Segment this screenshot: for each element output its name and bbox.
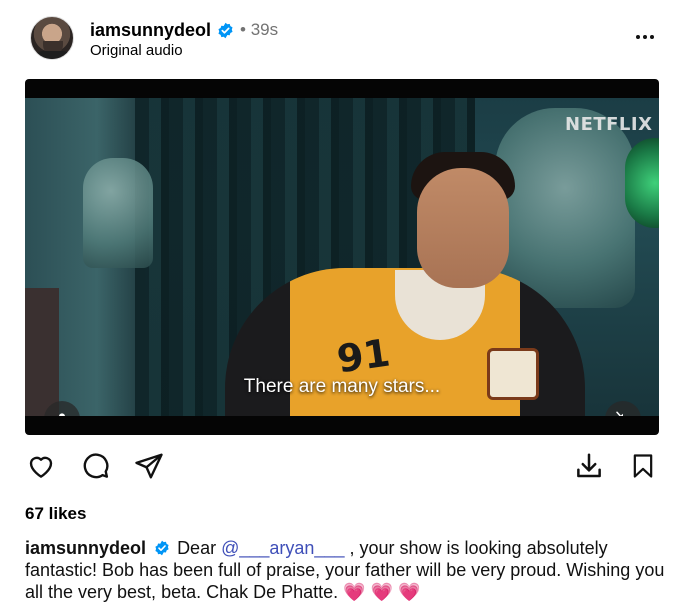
caption-username[interactable]: iamsunnydeol bbox=[25, 538, 146, 558]
post-header: iamsunnydeol • 39s Original audio bbox=[30, 14, 660, 64]
verified-badge-icon bbox=[155, 540, 169, 556]
heart-icon[interactable] bbox=[25, 450, 57, 482]
post-caption: iamsunnydeol Dear @___aryan___ , your sh… bbox=[25, 537, 665, 603]
more-options-icon[interactable] bbox=[630, 22, 660, 52]
netflix-watermark: NETFLIX bbox=[565, 114, 653, 135]
verified-badge-icon bbox=[218, 22, 233, 38]
caption-text-start: Dear bbox=[177, 538, 217, 558]
video-frame: 91 NETFLIX There are many stars... bbox=[25, 98, 659, 416]
profile-avatar[interactable] bbox=[30, 16, 74, 60]
user-line: iamsunnydeol • 39s bbox=[90, 18, 278, 42]
heart-emojis: 💗 💗 💗 bbox=[343, 582, 421, 602]
caption-mention-link[interactable]: @___aryan___ bbox=[221, 538, 344, 558]
muted-speaker-icon[interactable] bbox=[605, 401, 641, 416]
action-bar bbox=[25, 450, 659, 486]
comment-icon[interactable] bbox=[79, 450, 111, 482]
username-link[interactable]: iamsunnydeol bbox=[90, 20, 211, 41]
download-icon[interactable] bbox=[573, 450, 605, 482]
likes-count[interactable]: 67 likes bbox=[25, 504, 86, 524]
reel-video[interactable]: 91 NETFLIX There are many stars... bbox=[25, 79, 659, 435]
share-icon[interactable] bbox=[133, 450, 165, 482]
audio-label[interactable]: Original audio bbox=[90, 42, 183, 59]
post-time: • 39s bbox=[240, 20, 279, 39]
bookmark-icon[interactable] bbox=[627, 450, 659, 482]
video-subtitle: There are many stars... bbox=[243, 376, 441, 397]
